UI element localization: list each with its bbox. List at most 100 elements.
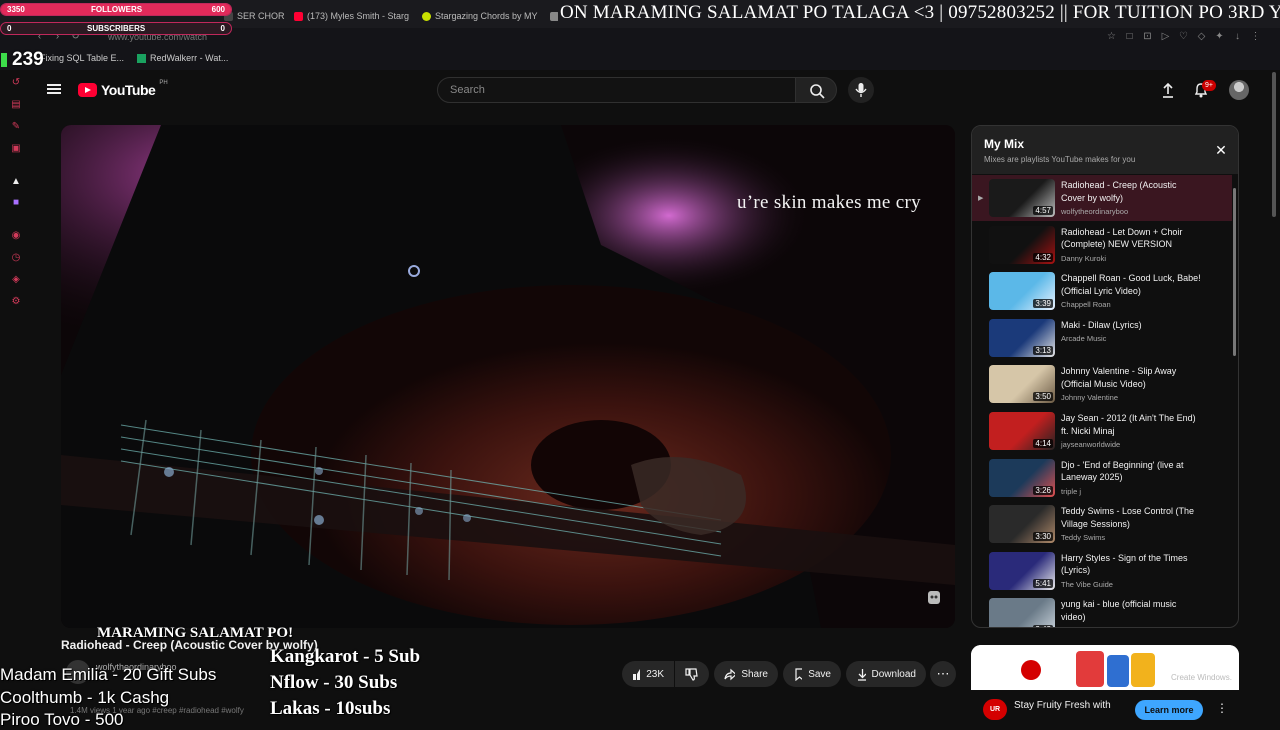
mix-item[interactable]: 3:42 yung kai - blue (official music vide…: [972, 594, 1232, 627]
shapes-icon[interactable]: ◈: [10, 274, 22, 286]
ad-menu-icon[interactable]: ⋮: [1216, 701, 1228, 715]
learn-more-button[interactable]: Learn more: [1135, 700, 1203, 720]
mix-item-duration: 3:42: [1033, 625, 1053, 627]
browser-tab[interactable]: SER CHORD: [224, 8, 284, 24]
mix-item-title: Maki - Dilaw (Lyrics): [1061, 319, 1142, 330]
mix-item-thumbnail: 3:50: [989, 365, 1055, 404]
media-icon[interactable]: ▷: [1160, 31, 1171, 42]
mix-item[interactable]: 3:39 Chappell Roan - Good Luck, Babe! (Of…: [972, 268, 1232, 314]
followers-goal-bar: 3350 FOLLOWERS 600: [0, 3, 232, 16]
mix-item-title: Radiohead - Let Down + Choir (Complete) …: [1061, 226, 1183, 250]
search-button[interactable]: [795, 77, 837, 103]
download-button[interactable]: Download: [846, 661, 926, 687]
save-button[interactable]: Save: [783, 661, 841, 687]
mix-subtitle: Mixes are playlists YouTube makes for yo…: [984, 155, 1136, 164]
library-icon[interactable]: ▤: [10, 99, 22, 111]
sub-shoutout: Kangkarot - 5 Sub: [270, 646, 421, 667]
download-icon[interactable]: ↓: [1232, 31, 1243, 42]
bookmark-item[interactable]: Fixing SQL Table E...: [40, 53, 124, 63]
extension-icon[interactable]: ⊡: [1142, 31, 1153, 42]
mix-item[interactable]: 3:50 Johnny Valentine - Slip Away (Offici…: [972, 361, 1232, 407]
upload-button[interactable]: [1159, 81, 1177, 99]
bookmark-label: Fixing SQL Table E...: [40, 53, 125, 63]
browser-tab[interactable]: Stargazing Chords by MY: [422, 8, 542, 24]
mix-item[interactable]: ▶ 4:57 Radiohead - Creep (Acoustic Cover b…: [972, 175, 1232, 221]
hamburger-menu-icon[interactable]: [47, 82, 61, 96]
browser-tab[interactable]: (173) Myles Smith - Starg: [294, 8, 412, 24]
viewer-count: 239: [12, 49, 44, 70]
mix-item-channel: Johnny Valentine: [1061, 393, 1118, 403]
mix-item[interactable]: 4:14 Jay Sean - 2012 (It Ain't The End) f…: [972, 408, 1232, 454]
mix-item-thumbnail: 4:57: [989, 179, 1055, 217]
mix-item[interactable]: 3:26 Djo - 'End of Beginning' (live at La…: [972, 455, 1232, 501]
tab-label: SER CHORD: [237, 11, 284, 21]
browser-tab[interactable]: [550, 8, 558, 24]
search-input[interactable]: Search: [437, 77, 796, 103]
mix-item[interactable]: 3:13 Maki - Dilaw (Lyrics) Arcade Music: [972, 315, 1232, 361]
followers-label: FOLLOWERS: [91, 5, 143, 14]
wallet-icon[interactable]: ◇: [1196, 31, 1207, 42]
menu-dots-icon[interactable]: ⋮: [1250, 31, 1261, 42]
history-icon[interactable]: ↺: [10, 77, 22, 89]
youtube-logo[interactable]: YouTube PH: [78, 80, 168, 98]
account-avatar[interactable]: [1229, 80, 1249, 100]
dislike-button[interactable]: [675, 661, 709, 687]
share-button[interactable]: Share: [714, 661, 778, 687]
sub-shoutout: Lakas - 10subs: [270, 698, 391, 719]
youtube-wordmark: YouTube: [101, 82, 156, 98]
bookmark-item[interactable]: RedWalkerr - Wat...: [137, 53, 228, 63]
mix-item[interactable]: 3:30 Teddy Swims - Lose Control (The Vill…: [972, 501, 1232, 547]
mix-title: My Mix: [984, 137, 1025, 151]
like-button[interactable]: 23K: [622, 661, 674, 687]
mix-item-duration: 4:32: [1033, 252, 1053, 262]
arc-icon[interactable]: ▲: [10, 176, 22, 188]
save-bookmark-icon: [795, 667, 803, 681]
bookmark-icon[interactable]: ☆: [1106, 31, 1117, 42]
followers-goal: 600: [211, 5, 225, 14]
more-actions-button[interactable]: ⋯: [930, 661, 956, 687]
mix-item-title: Harry Styles - Sign of the Times (Lyrics…: [1061, 552, 1188, 576]
mix-item-duration: 4:14: [1033, 439, 1053, 448]
channel-watermark-icon[interactable]: [925, 587, 943, 607]
play-circle-icon[interactable]: ◉: [10, 230, 22, 242]
share-label: Share: [741, 668, 768, 680]
screenshot-icon[interactable]: □: [1124, 31, 1135, 42]
voice-search-button[interactable]: [848, 77, 874, 103]
mix-item-title: Chappell Roan - Good Luck, Babe! (Offici…: [1061, 273, 1201, 296]
mix-item[interactable]: 5:41 Harry Styles - Sign of the Times (Ly…: [972, 548, 1232, 594]
page-scrollbar[interactable]: [1271, 72, 1277, 222]
pen-icon[interactable]: ✎: [10, 121, 22, 133]
clock-icon[interactable]: ◷: [10, 252, 22, 264]
twitch-icon[interactable]: ■: [10, 197, 22, 209]
mix-item-duration: 3:30: [1033, 532, 1053, 542]
mix-item-title: Johnny Valentine - Slip Away (Official M…: [1061, 366, 1177, 389]
mix-item-thumbnail: 5:41: [989, 551, 1055, 590]
mail-icon[interactable]: ▣: [10, 143, 22, 155]
country-code: PH: [159, 80, 168, 86]
bookmark-favicon-icon: [137, 53, 146, 63]
stream-marquee: ON MARAMING SALAMAT PO TALAGA <3 | 09752…: [560, 2, 1280, 23]
subscribers-current: 0: [7, 24, 12, 33]
puzzle-icon[interactable]: ✦: [1214, 31, 1225, 42]
youtube-play-icon: [78, 83, 97, 97]
loading-spinner-icon: [408, 265, 420, 277]
ad-banner-text: Create Windows.: [1171, 673, 1232, 682]
mix-item[interactable]: 4:32 Radiohead - Let Down + Choir (Comple…: [972, 222, 1232, 268]
mix-item-thumbnail: 3:13: [989, 318, 1055, 357]
mix-item-channel: Arcade Music: [1061, 333, 1107, 343]
subscribers-goal: 0: [220, 24, 225, 33]
settings-icon[interactable]: ⚙: [10, 296, 22, 308]
heart-icon[interactable]: ♡: [1178, 31, 1189, 42]
mix-item-title: Jay Sean - 2012 (It Ain't The End) ft. N…: [1061, 413, 1196, 436]
save-label: Save: [808, 668, 831, 680]
mix-item-thumbnail: 3:26: [989, 458, 1055, 497]
close-icon[interactable]: ✕: [1214, 143, 1228, 157]
mix-item-thumbnail: 4:14: [989, 412, 1055, 450]
mix-item-thumbnail: 3:42: [989, 598, 1055, 627]
tab-label: Stargazing Chords by MY: [435, 11, 538, 21]
mix-scrollbar[interactable]: [1232, 176, 1237, 626]
video-player[interactable]: u’re skin makes me cry: [61, 125, 955, 628]
mix-item-channel: triple j: [1061, 486, 1082, 496]
mix-item-duration: 3:39: [1033, 299, 1053, 309]
gift-shoutout: Coolthumb - 1k Cashg: [0, 688, 170, 707]
